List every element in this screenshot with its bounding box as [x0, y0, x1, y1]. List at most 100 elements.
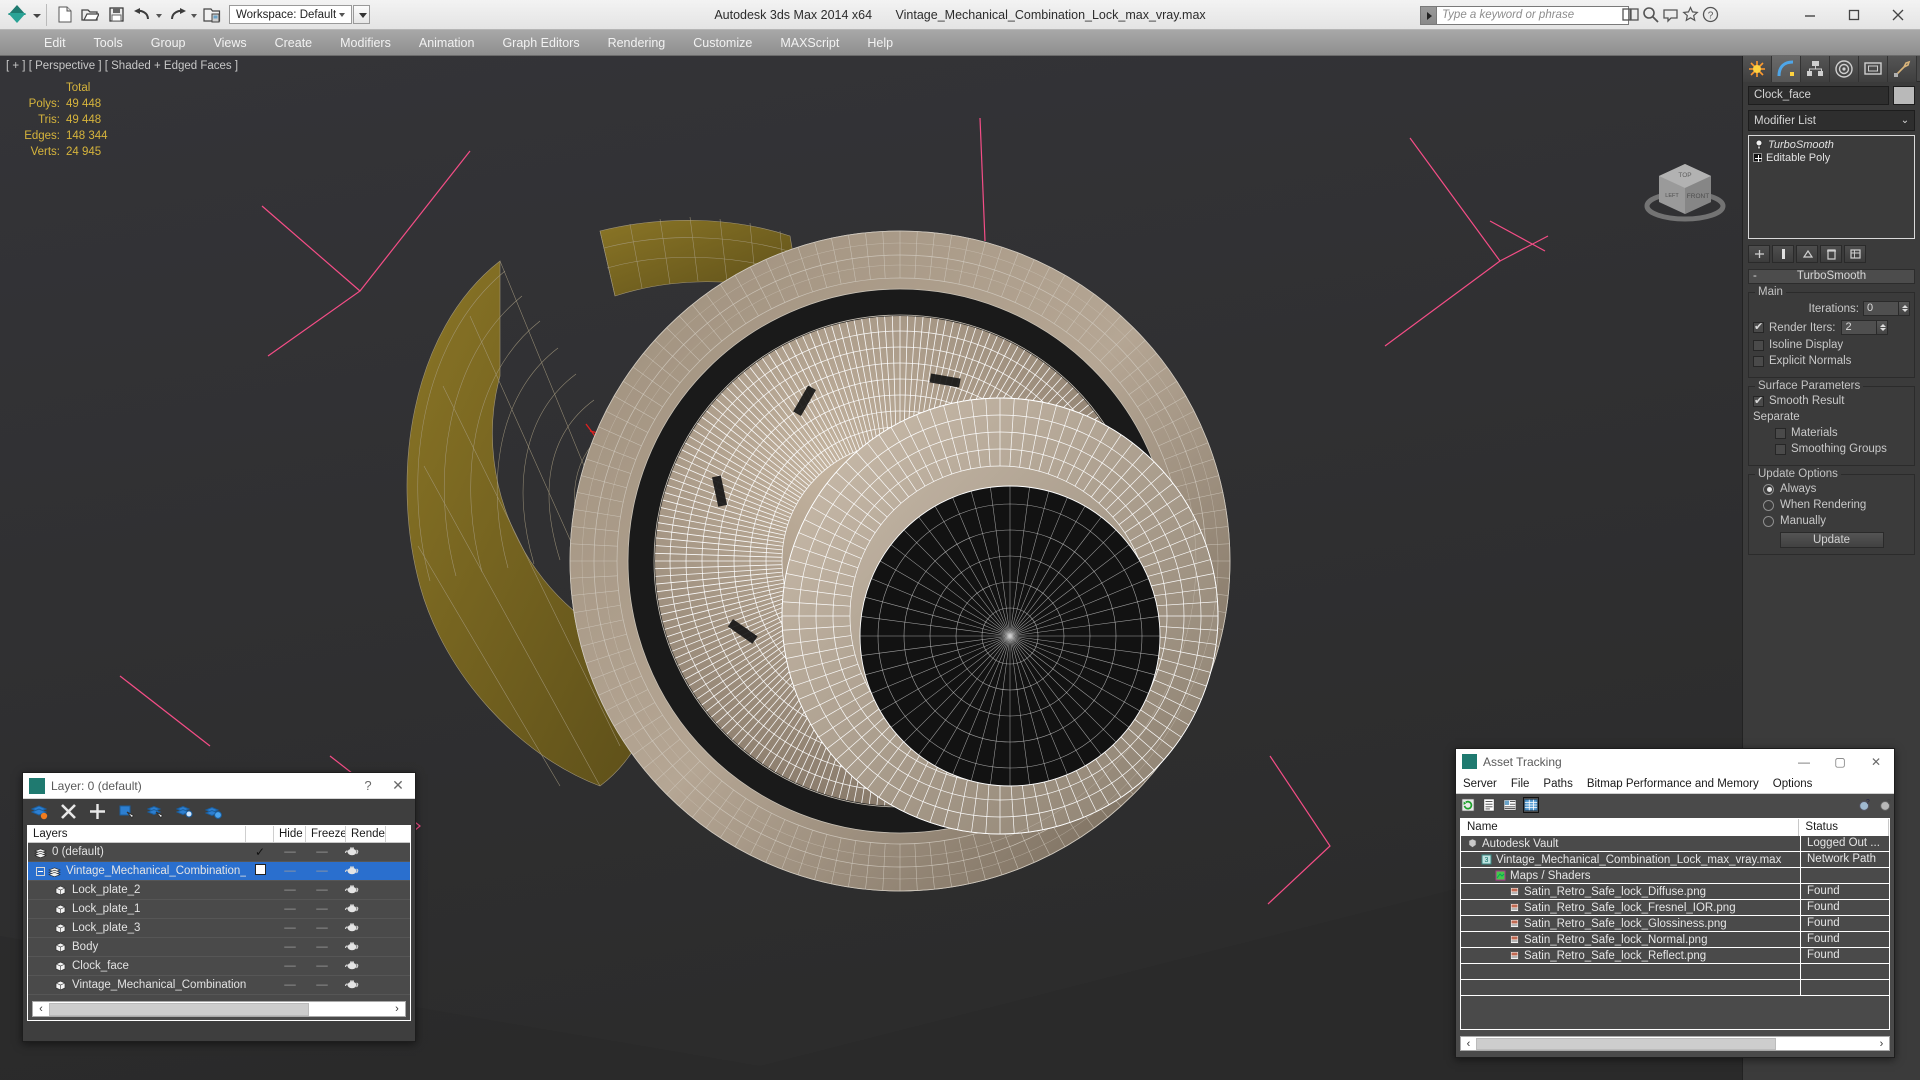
- layer-freeze-cell[interactable]: —: [306, 865, 338, 877]
- scroll-thumb[interactable]: [1476, 1037, 1776, 1050]
- workspace-chevron-down-icon[interactable]: [336, 6, 349, 23]
- render-iters-spinner-value[interactable]: 2: [1841, 320, 1878, 335]
- highlight-selected-objects-icon[interactable]: [176, 803, 193, 820]
- asset-row[interactable]: 3 Vintage_Mechanical_Combination_Lock_max…: [1461, 852, 1889, 868]
- menu-item-edit[interactable]: Edit: [30, 30, 80, 56]
- object-color-swatch[interactable]: [1893, 86, 1915, 105]
- save-file-icon[interactable]: [104, 3, 128, 27]
- workspace-selector[interactable]: Workspace: Default: [229, 5, 353, 24]
- layer-render-cell[interactable]: [338, 884, 366, 897]
- layer-render-cell[interactable]: [338, 979, 366, 992]
- layer-freeze-cell[interactable]: —: [306, 960, 338, 972]
- layer-freeze-cell[interactable]: —: [306, 884, 338, 896]
- layers-title-bar[interactable]: Layer: 0 (default) ? ✕: [23, 773, 415, 799]
- make-unique-button[interactable]: [1796, 245, 1818, 263]
- scroll-right-arrow[interactable]: ›: [1874, 1038, 1889, 1050]
- detail-view-icon[interactable]: [1502, 797, 1518, 813]
- lightbulb-icon[interactable]: [1753, 139, 1765, 150]
- layer-hide-cell[interactable]: —: [274, 922, 306, 934]
- smoothing-groups-checkbox[interactable]: [1775, 443, 1786, 455]
- layer-row[interactable]: Vintage_Mechanical_Combination_Lock ——: [28, 976, 410, 995]
- asset-row[interactable]: [1461, 980, 1889, 996]
- smooth-result-checkbox[interactable]: [1753, 394, 1764, 407]
- asset-rows[interactable]: Autodesk Vault Logged Out ... 3 Vintage_Mec…: [1461, 836, 1889, 996]
- layer-render-cell[interactable]: [338, 922, 366, 935]
- layer-render-cell[interactable]: [338, 941, 366, 954]
- pin-stack-button[interactable]: [1748, 245, 1770, 263]
- layer-row[interactable]: 0 (default) ✓ — —: [28, 843, 410, 862]
- select-objects-in-layer-icon[interactable]: [118, 803, 135, 820]
- infocenter-icon[interactable]: [1622, 6, 1639, 23]
- delete-layer-icon[interactable]: [60, 803, 77, 820]
- update-when-rendering-row[interactable]: When Rendering: [1753, 499, 1910, 511]
- layer-hide-cell[interactable]: —: [274, 846, 306, 858]
- layer-hide-cell[interactable]: —: [274, 941, 306, 953]
- menu-item-modifiers[interactable]: Modifiers: [326, 30, 405, 56]
- layer-render-cell[interactable]: [338, 903, 366, 916]
- menu-item-create[interactable]: Create: [261, 30, 327, 56]
- update-always-row[interactable]: Always: [1753, 483, 1910, 495]
- layer-hide-cell[interactable]: —: [274, 960, 306, 972]
- application-menu-chevron-icon[interactable]: [32, 2, 42, 28]
- render-iters-checkbox[interactable]: [1753, 320, 1764, 333]
- vault-help-icon[interactable]: ?: [1857, 797, 1873, 813]
- update-always-radio[interactable]: [1763, 483, 1774, 495]
- add-layer-icon[interactable]: [89, 803, 106, 820]
- layers-grid[interactable]: Layers Hide Freeze Rende 0 (default) ✓ — — V…: [27, 825, 411, 1021]
- layers-help-button[interactable]: ?: [355, 778, 381, 793]
- minimize-button[interactable]: [1788, 0, 1832, 30]
- materials-checkbox[interactable]: [1775, 427, 1786, 439]
- current-layer-check[interactable]: ✓: [255, 845, 265, 859]
- asset-row[interactable]: Satin_Retro_Safe_lock_Normal.png Found: [1461, 932, 1889, 948]
- layer-freeze-cell[interactable]: —: [306, 922, 338, 934]
- viewport-label[interactable]: [ + ] [ Perspective ] [ Shaded + Edged F…: [6, 60, 238, 72]
- explicit-normals-checkbox[interactable]: [1753, 355, 1764, 367]
- layer-row[interactable]: Lock_plate_3 — —: [28, 919, 410, 938]
- layers-horizontal-scrollbar[interactable]: ‹ ›: [32, 1001, 406, 1017]
- rollout-header[interactable]: - TurboSmooth: [1748, 269, 1915, 284]
- scroll-left-arrow[interactable]: ‹: [33, 1003, 49, 1015]
- search-dropdown-icon[interactable]: [1420, 5, 1437, 25]
- layer-row[interactable]: Body — —: [28, 938, 410, 957]
- layer-hide-cell[interactable]: —: [274, 865, 306, 877]
- layer-row[interactable]: Lock_plate_2 — —: [28, 881, 410, 900]
- scroll-right-arrow[interactable]: ›: [389, 1003, 405, 1015]
- utilities-tab[interactable]: [1888, 56, 1917, 82]
- object-name-field[interactable]: Clock_face: [1748, 86, 1889, 105]
- layer-freeze-cell[interactable]: —: [306, 941, 338, 953]
- asset-maximize-button[interactable]: ▢: [1822, 749, 1858, 774]
- asset-row[interactable]: Satin_Retro_Safe_lock_Glossiness.png Foun…: [1461, 916, 1889, 932]
- asset-horizontal-scrollbar[interactable]: ‹ ›: [1460, 1036, 1890, 1051]
- update-button[interactable]: Update: [1779, 532, 1884, 548]
- app-logo-icon[interactable]: [2, 2, 32, 28]
- layer-hide-cell[interactable]: —: [274, 903, 306, 915]
- asset-close-button[interactable]: ✕: [1858, 749, 1894, 774]
- asset-row[interactable]: [1461, 964, 1889, 980]
- current-layer-checkbox[interactable]: [254, 864, 266, 875]
- modify-tab[interactable]: [1772, 56, 1801, 82]
- update-manually-radio[interactable]: [1763, 515, 1774, 527]
- asset-minimize-button[interactable]: —: [1786, 749, 1822, 774]
- undo-icon[interactable]: [130, 3, 154, 27]
- expand-plus-icon[interactable]: [1753, 153, 1762, 162]
- list-view-icon[interactable]: [1481, 797, 1497, 813]
- layer-render-cell[interactable]: [338, 865, 366, 878]
- isoline-display-checkbox[interactable]: [1753, 339, 1764, 351]
- layer-current-cell[interactable]: [246, 864, 274, 878]
- asset-grid[interactable]: Name Status Autodesk Vault Logged Out ...…: [1460, 818, 1890, 1030]
- layer-freeze-cell[interactable]: —: [306, 846, 338, 858]
- update-when-rendering-radio[interactable]: [1763, 499, 1774, 511]
- select-highlighted-layers-icon[interactable]: [147, 803, 164, 820]
- asset-menu-bitmap-performance[interactable]: Bitmap Performance and Memory: [1580, 778, 1766, 790]
- layers-rows[interactable]: 0 (default) ✓ — — Vintage_Mechanical_Combina…: [28, 843, 410, 995]
- scroll-left-arrow[interactable]: ‹: [1461, 1038, 1476, 1050]
- modifier-list-dropdown[interactable]: Modifier List ⌄: [1748, 110, 1915, 131]
- asset-title-bar[interactable]: Asset Tracking — ▢ ✕: [1456, 749, 1894, 774]
- close-button[interactable]: [1876, 0, 1920, 30]
- new-file-icon[interactable]: [52, 3, 76, 27]
- menu-item-rendering[interactable]: Rendering: [594, 30, 680, 56]
- layer-render-cell[interactable]: [338, 846, 366, 859]
- communication-center-icon[interactable]: [1662, 6, 1679, 23]
- layer-row[interactable]: Lock_plate_1 — —: [28, 900, 410, 919]
- chevron-down-icon[interactable]: ⌄: [1896, 115, 1914, 126]
